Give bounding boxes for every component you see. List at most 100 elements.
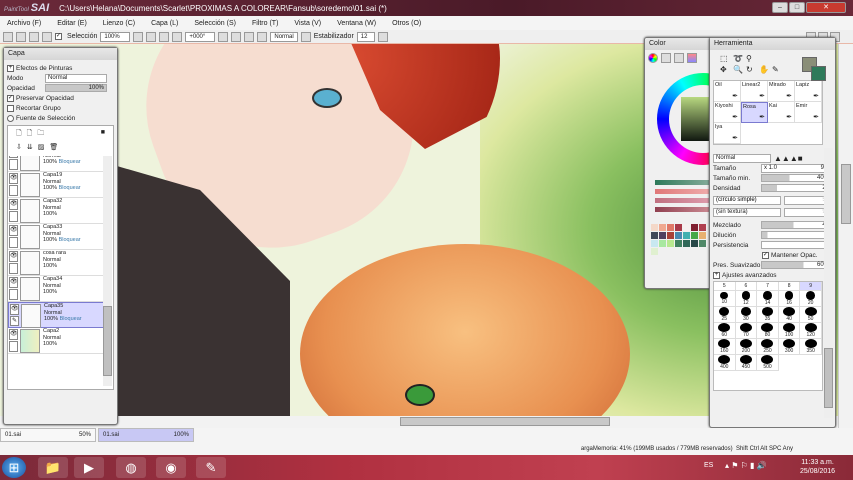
- layer-list-scrollbar[interactable]: [103, 156, 112, 386]
- minimize-button[interactable]: –: [772, 2, 788, 13]
- color-swatch[interactable]: [659, 240, 666, 247]
- layer-row[interactable]: 👁 Capa19 Normal 100% Bloquear: [8, 172, 104, 198]
- color-swatch[interactable]: [659, 224, 666, 231]
- tool-panel-scrollbar[interactable]: [824, 148, 833, 418]
- vertical-scrollbar[interactable]: [838, 44, 853, 428]
- plus-icon[interactable]: +: [713, 271, 720, 279]
- color-swatch[interactable]: [699, 232, 706, 239]
- color-swatch[interactable]: [691, 232, 698, 239]
- slider-1[interactable]: [655, 180, 711, 185]
- brush-size-cell[interactable]: 70: [735, 323, 758, 339]
- zoom-in-button[interactable]: [159, 31, 170, 42]
- tool-emir[interactable]: Emir ✒: [795, 102, 822, 123]
- hand-icon[interactable]: ✋: [759, 65, 770, 74]
- rotate-reset-button[interactable]: [257, 31, 268, 42]
- persistence-slider[interactable]: 0: [761, 241, 832, 249]
- zoom-reset-button[interactable]: [172, 31, 183, 42]
- visibility-eye-icon[interactable]: 👁: [10, 304, 19, 315]
- density-slider[interactable]: 22: [761, 184, 832, 192]
- brush-size-cell[interactable]: 300: [778, 339, 801, 355]
- color-swatch[interactable]: [675, 232, 682, 239]
- chrome-icon[interactable]: ◉: [156, 457, 186, 478]
- color-swatch[interactable]: [659, 232, 666, 239]
- tray-icons[interactable]: ▴ ⚑ ⚐ ▮ 🔊: [725, 461, 767, 470]
- min-size-slider[interactable]: 40%: [761, 174, 832, 182]
- brush-size-cell[interactable]: 7: [757, 282, 779, 291]
- zoom-field[interactable]: 100%: [100, 31, 131, 42]
- brush-size-cell[interactable]: 6: [735, 282, 758, 291]
- brush-size-cell[interactable]: 120: [800, 323, 822, 339]
- selection-source-radio[interactable]: [7, 114, 14, 122]
- color-swatch[interactable]: [683, 224, 690, 231]
- brush-size-cell[interactable]: 50: [800, 307, 822, 323]
- visibility-eye-icon[interactable]: 👁: [9, 329, 18, 340]
- color-swatch[interactable]: [667, 224, 674, 231]
- mask-icon[interactable]: ■: [101, 129, 105, 140]
- plus-icon[interactable]: +: [7, 64, 14, 72]
- selection-checkbox[interactable]: ✓: [55, 33, 62, 40]
- brush-size-cell[interactable]: 16: [778, 291, 801, 307]
- swatch-tab[interactable]: [687, 53, 697, 63]
- hue-ring[interactable]: [657, 73, 711, 165]
- lasso-icon[interactable]: ➰: [733, 54, 744, 63]
- color-swatch[interactable]: [675, 240, 682, 247]
- rotate-icon[interactable]: ↻: [746, 65, 757, 74]
- magic-wand-icon[interactable]: ⚲: [746, 54, 757, 63]
- layer-row[interactable]: 👁 Capa2 Normal 100%: [8, 328, 104, 354]
- visibility-eye-icon[interactable]: 👁: [9, 277, 18, 288]
- menu-item[interactable]: Lienzo (C): [103, 20, 135, 27]
- new-mask-icon[interactable]: 🗋: [27, 129, 33, 140]
- layer-lock-toggle[interactable]: [9, 237, 18, 248]
- menu-item[interactable]: Capa (L): [151, 20, 178, 27]
- rgb-slider-tab[interactable]: [661, 53, 671, 63]
- paint-brush-icon[interactable]: ✎: [10, 315, 19, 326]
- layer-lock-toggle[interactable]: [9, 185, 18, 196]
- painttool-sai-icon[interactable]: ✎: [196, 457, 226, 478]
- menu-item[interactable]: Vista (V): [294, 20, 321, 27]
- menu-item[interactable]: Selección (S): [194, 20, 236, 27]
- layer-lock-toggle[interactable]: [9, 341, 18, 352]
- rotation-field[interactable]: +000°: [185, 31, 216, 42]
- stabilizer-dropdown[interactable]: [377, 31, 388, 42]
- stabilizer-field[interactable]: 12: [356, 31, 375, 42]
- close-button[interactable]: ✕: [806, 2, 846, 13]
- brush-texture-select[interactable]: (sin textura): [713, 207, 781, 217]
- brush-size-cell[interactable]: 8: [778, 282, 801, 291]
- explorer-icon[interactable]: 📁: [38, 457, 68, 478]
- smooth-slider[interactable]: 60%: [761, 261, 832, 269]
- layer-row[interactable]: 👁 Capa13Normal100% Bloquear: [8, 156, 104, 172]
- brush-size-cell[interactable]: 100: [778, 323, 801, 339]
- zoom-dropdown[interactable]: [133, 31, 144, 42]
- menu-item[interactable]: Ventana (W): [337, 20, 376, 27]
- brush-shape-select[interactable]: (círculo simple): [713, 195, 781, 205]
- layer-lock-toggle[interactable]: [9, 159, 18, 170]
- layer-lock-toggle[interactable]: [9, 211, 18, 222]
- blend-mode-select[interactable]: Normal: [45, 73, 107, 83]
- visibility-eye-icon[interactable]: 👁: [9, 251, 18, 262]
- brush-size-cell[interactable]: 40: [778, 307, 801, 323]
- brush-size-cell[interactable]: 400: [714, 355, 736, 371]
- dilution-slider[interactable]: 8: [761, 231, 832, 239]
- marquee-icon[interactable]: ⬚: [720, 54, 731, 63]
- color-swatch[interactable]: [691, 240, 698, 247]
- layer-lock-toggle[interactable]: [9, 263, 18, 274]
- brush-shape-icons[interactable]: ▲▲▲■: [774, 154, 803, 163]
- clear-layer-icon[interactable]: ▨: [38, 143, 45, 151]
- brush-size-cell[interactable]: 200: [735, 339, 758, 355]
- tool-rosa[interactable]: Rosa ✒: [741, 102, 768, 123]
- new-folder-icon[interactable]: 🗀: [37, 129, 44, 140]
- brush-size-cell[interactable]: 500: [757, 355, 779, 371]
- color-swatch[interactable]: [651, 232, 658, 239]
- brush-size-cell[interactable]: 160: [714, 339, 736, 355]
- merge-down-icon[interactable]: ⇊: [27, 143, 33, 151]
- start-button[interactable]: ⊞: [2, 457, 26, 478]
- brush-size-cell[interactable]: 250: [757, 339, 779, 355]
- color-swatch[interactable]: [699, 224, 706, 231]
- tool-iya[interactable]: Iya ✒: [714, 123, 741, 144]
- rotate-right-button[interactable]: [244, 31, 255, 42]
- visibility-eye-icon[interactable]: 👁: [9, 173, 18, 184]
- trash-icon[interactable]: 🗑: [49, 143, 58, 151]
- color-swatch[interactable]: [667, 232, 674, 239]
- tool-oil[interactable]: Oil ✒: [714, 81, 741, 102]
- eyedropper-icon[interactable]: ✎: [772, 65, 783, 74]
